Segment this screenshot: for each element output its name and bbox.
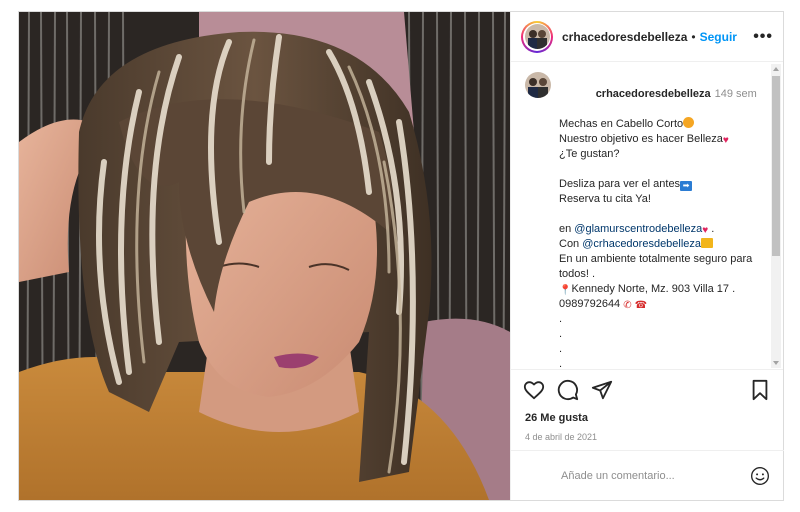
star-eyes-emoji-icon — [683, 117, 695, 128]
instagram-post: crhacedoresdebelleza • Seguir ••• crhace… — [18, 11, 784, 501]
caption-line-1: Mechas en Cabello Corto — [559, 118, 684, 130]
caption: crhacedoresdebelleza 149 sem Mechas en Ca… — [511, 62, 783, 370]
caption-dot: . — [559, 313, 563, 325]
right-arrow-emoji-icon: ➡ — [680, 181, 693, 191]
avatar[interactable] — [524, 24, 550, 49]
heart-emoji-icon: ♥ — [722, 135, 729, 146]
caption-line-10: Kennedy Norte, Mz. 903 Villa 17 . — [571, 283, 736, 295]
caption-time[interactable]: 149 sem — [715, 88, 757, 100]
caption-line-2: Nuestro objetivo es hacer Belleza — [559, 133, 723, 145]
caption-dot: . — [559, 343, 563, 355]
caption-avatar[interactable] — [525, 72, 551, 98]
comment-form — [511, 450, 784, 500]
like-count[interactable]: 26 Me gusta — [511, 410, 783, 426]
comment-icon[interactable] — [557, 379, 579, 401]
caption-dot: . — [559, 328, 563, 340]
action-bar — [511, 370, 783, 410]
caption-line-7-prefix: Con — [559, 238, 583, 250]
post-sidebar: crhacedoresdebelleza • Seguir ••• crhace… — [510, 12, 784, 500]
mention-link[interactable]: @glamurscentrodebelleza — [574, 223, 702, 235]
crown-emoji-icon — [701, 238, 714, 248]
caption-line-8: En un ambiente totalmente seguro para — [559, 253, 753, 265]
caption-username[interactable]: crhacedoresdebelleza — [596, 88, 711, 100]
caption-dot: . — [559, 358, 563, 370]
heart-icon[interactable] — [523, 379, 545, 401]
mention-link[interactable]: @crhacedoresdebelleza — [582, 238, 701, 250]
post-image[interactable] — [19, 12, 510, 500]
caption-line-4: Desliza para ver el antes — [559, 178, 681, 190]
story-ring[interactable] — [521, 20, 553, 53]
post-date[interactable]: 4 de abril de 2021 — [511, 430, 783, 444]
caption-line-6-suffix: . — [708, 223, 715, 235]
telephone-emoji-icon: ☎ — [634, 300, 648, 311]
scrollbar-thumb[interactable] — [772, 76, 780, 256]
caption-text: crhacedoresdebelleza 149 sem Mechas en Ca… — [559, 72, 757, 370]
post-header: crhacedoresdebelleza • Seguir ••• — [511, 12, 783, 62]
caption-line-9: todos! . — [559, 268, 596, 280]
scrollbar[interactable] — [771, 64, 781, 368]
comment-input[interactable] — [561, 469, 750, 482]
follow-button[interactable]: Seguir — [700, 30, 737, 44]
caption-line-3: ¿Te gustan? — [559, 148, 620, 160]
pin-emoji-icon: 📍 — [559, 285, 572, 296]
share-icon[interactable] — [591, 379, 613, 401]
more-options-icon[interactable]: ••• — [753, 28, 773, 46]
emoji-icon[interactable] — [750, 466, 770, 486]
caption-line-11: 0989792644 — [559, 298, 621, 310]
caption-line-6-prefix: en — [559, 223, 575, 235]
comments-scroll-area[interactable]: crhacedoresdebelleza 149 sem Mechas en Ca… — [511, 62, 783, 370]
bookmark-icon[interactable] — [749, 379, 771, 401]
phone-emoji-icon: ✆ — [623, 300, 632, 311]
header-separator: • — [691, 29, 696, 44]
caption-line-5: Reserva tu cita Ya! — [559, 193, 651, 205]
scroll-down-icon[interactable] — [773, 361, 779, 365]
post-photo — [19, 12, 510, 500]
scroll-up-icon[interactable] — [773, 67, 779, 71]
header-username[interactable]: crhacedoresdebelleza — [562, 30, 687, 44]
